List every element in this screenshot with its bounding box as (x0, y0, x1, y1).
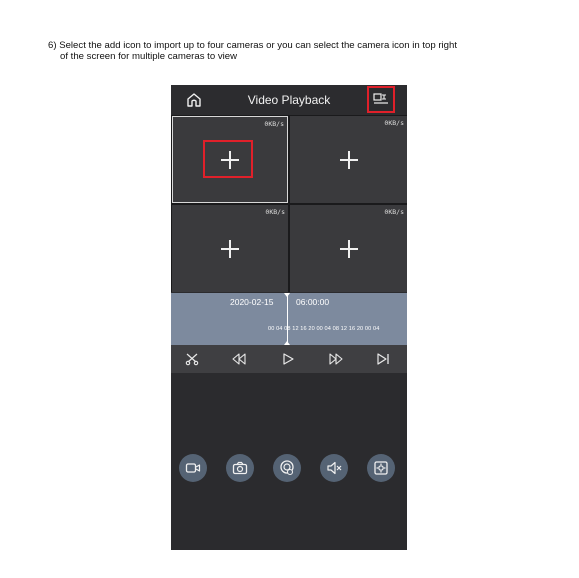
timeline[interactable]: 2020-02-15 06:00:00 00 04 08 12 16 20 00… (171, 293, 407, 345)
bitrate-label: 0KB/s (265, 208, 285, 216)
timeline-cursor-top (284, 293, 290, 297)
next-frame-icon[interactable] (376, 352, 390, 366)
highlight-camera-icon (367, 86, 395, 113)
camera-slot-4[interactable]: 0KB/s (290, 205, 407, 292)
intercom-button[interactable] (273, 454, 301, 482)
play-icon[interactable] (281, 352, 295, 366)
phone-screenshot: Video Playback 0KB/s 0KB/s 0KB/s 0KB/s 2… (171, 85, 407, 550)
bitrate-label: 0KB/s (384, 208, 404, 216)
camera-slot-3[interactable]: 0KB/s (172, 205, 288, 292)
bitrate-label: 0KB/s (384, 119, 404, 127)
playback-controls (171, 345, 407, 373)
cut-icon[interactable] (185, 352, 199, 366)
mute-button[interactable] (320, 454, 348, 482)
timeline-cursor[interactable] (287, 293, 288, 345)
timeline-time: 06:00:00 (296, 297, 330, 307)
instruction-text: 6) Select the add icon to import up to f… (48, 40, 558, 62)
top-bar: Video Playback (171, 85, 407, 115)
add-icon[interactable] (339, 239, 358, 258)
snapshot-icon (232, 461, 248, 475)
intercom-icon (280, 460, 294, 476)
bitrate-label: 0KB/s (264, 120, 284, 128)
mute-icon (327, 461, 342, 475)
camera-slot-2[interactable]: 0KB/s (290, 116, 407, 203)
highlight-add-icon (203, 140, 253, 178)
timeline-ticks: 00 04 08 12 16 20 00 04 08 12 16 20 00 0… (268, 326, 380, 332)
ptz-button[interactable] (367, 454, 395, 482)
ptz-icon (374, 461, 388, 475)
instruction-line-1: 6) Select the add icon to import up to f… (48, 40, 458, 51)
timeline-date: 2020-02-15 (230, 297, 274, 307)
instruction-line-2: of the screen for multiple cameras to vi… (60, 51, 238, 62)
fast-forward-icon[interactable] (329, 352, 343, 366)
add-icon[interactable] (339, 150, 358, 169)
camera-grid: 0KB/s 0KB/s 0KB/s 0KB/s (171, 115, 407, 292)
record-icon (185, 463, 201, 473)
rewind-icon[interactable] (232, 352, 246, 366)
record-button[interactable] (179, 454, 207, 482)
add-icon[interactable] (221, 239, 239, 258)
snapshot-button[interactable] (226, 454, 254, 482)
